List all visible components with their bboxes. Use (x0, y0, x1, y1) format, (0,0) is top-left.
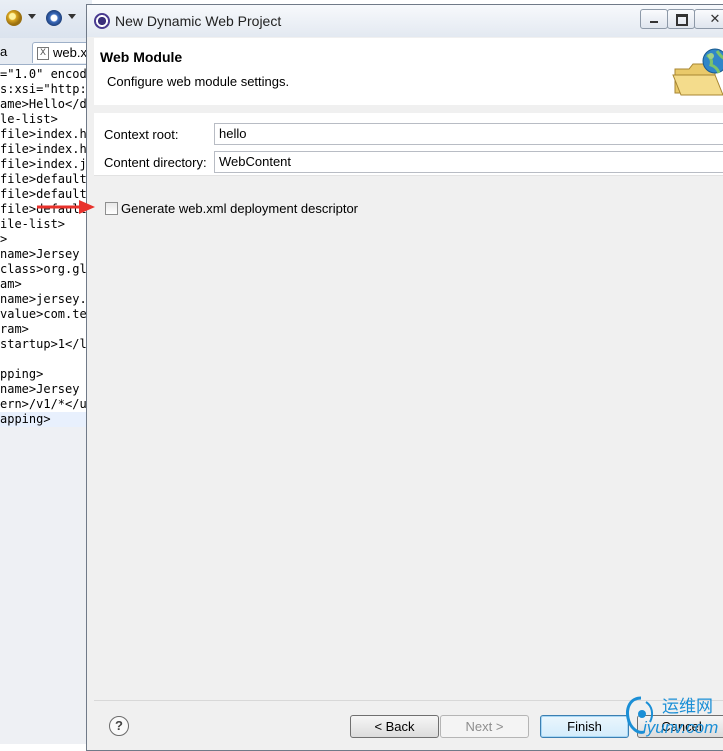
code-line: am> (0, 277, 22, 291)
code-area-empty (0, 427, 92, 744)
code-line: le-list> (0, 112, 58, 126)
background-editor: a X web.x ="1.0" encod s:xsi="http: ame>He… (0, 0, 94, 744)
watermark-text-en: iyunv.com (643, 718, 719, 737)
code-line: pping> (0, 367, 44, 381)
code-line: > (0, 232, 8, 246)
code-line: name>Jersey (0, 247, 80, 261)
wizard-content: Context root: hello Content directory: W… (37, 105, 723, 695)
code-line: class>org.gl (0, 262, 87, 276)
new-dynamic-web-project-dialog: New Dynamic Web Project ✕ Web Module Con… (37, 4, 723, 751)
page-title: Web Module (100, 49, 183, 65)
code-line: startup>1</l (0, 337, 87, 351)
watermark: 运维网 iyunv.com (622, 690, 723, 744)
maximize-button[interactable] (667, 9, 695, 29)
eclipse-icon (94, 13, 110, 29)
wizard-header: Web Module Configure web module settings… (94, 38, 723, 106)
code-line: name>Jersey (0, 382, 80, 396)
tab-web-xml[interactable]: X web.x (32, 42, 94, 63)
code-line: file>index.h (0, 142, 87, 156)
run-icon[interactable] (46, 10, 62, 26)
maximize-icon (676, 14, 688, 26)
code-line: file>index.j (0, 157, 87, 171)
new-wizard-icon[interactable] (6, 10, 22, 26)
back-button[interactable]: < Back (350, 715, 439, 738)
folder-globe-icon (672, 48, 723, 96)
code-line: ile-list> (0, 217, 66, 231)
next-button[interactable]: Next > (440, 715, 529, 738)
minimize-button[interactable] (640, 9, 668, 29)
page-description: Configure web module settings. (107, 74, 290, 89)
watermark-text-cn: 运维网 (662, 697, 713, 716)
tab-label: a (0, 44, 8, 59)
code-line: value>com.te (0, 307, 87, 321)
tab-label: web.x (53, 45, 87, 60)
code-line: s:xsi="http: (0, 82, 87, 96)
tab-other-file[interactable]: a (0, 42, 28, 62)
red-arrow-annotation-icon (37, 200, 95, 214)
chevron-down-icon[interactable] (68, 14, 76, 19)
xml-file-icon: X (37, 47, 49, 60)
code-line: file>default (0, 172, 87, 186)
code-line: file>index.h (0, 127, 87, 141)
divider (94, 175, 723, 176)
content-directory-label: Content directory: (104, 155, 207, 170)
window-title: New Dynamic Web Project (115, 13, 282, 29)
title-bar[interactable]: New Dynamic Web Project ✕ (87, 5, 723, 37)
context-root-input[interactable]: hello (214, 123, 723, 145)
finish-button[interactable]: Finish (540, 715, 629, 738)
context-root-label: Context root: (104, 127, 179, 142)
code-line: ern>/v1/*</u (0, 397, 87, 411)
help-icon[interactable]: ? (109, 716, 129, 736)
chevron-down-icon[interactable] (28, 14, 36, 19)
editor-toolbar (0, 0, 92, 39)
code-line: name>jersey. (0, 292, 87, 306)
generate-descriptor-label[interactable]: Generate web.xml deployment descriptor (121, 201, 358, 216)
content-directory-input[interactable]: WebContent (214, 151, 723, 173)
close-icon: ✕ (709, 11, 721, 26)
code-line: ram> (0, 322, 29, 336)
code-line: ="1.0" encod (0, 67, 87, 81)
code-line: apping> (0, 412, 92, 427)
minimize-icon (650, 21, 658, 23)
generate-descriptor-checkbox[interactable] (105, 202, 118, 215)
close-button[interactable]: ✕ (694, 9, 723, 29)
code-line: ame>Hello</di (0, 97, 92, 111)
code-area[interactable]: ="1.0" encod s:xsi="http: ame>Hello</di le-… (0, 67, 92, 427)
editor-tab-bar: a X web.x (0, 38, 94, 65)
